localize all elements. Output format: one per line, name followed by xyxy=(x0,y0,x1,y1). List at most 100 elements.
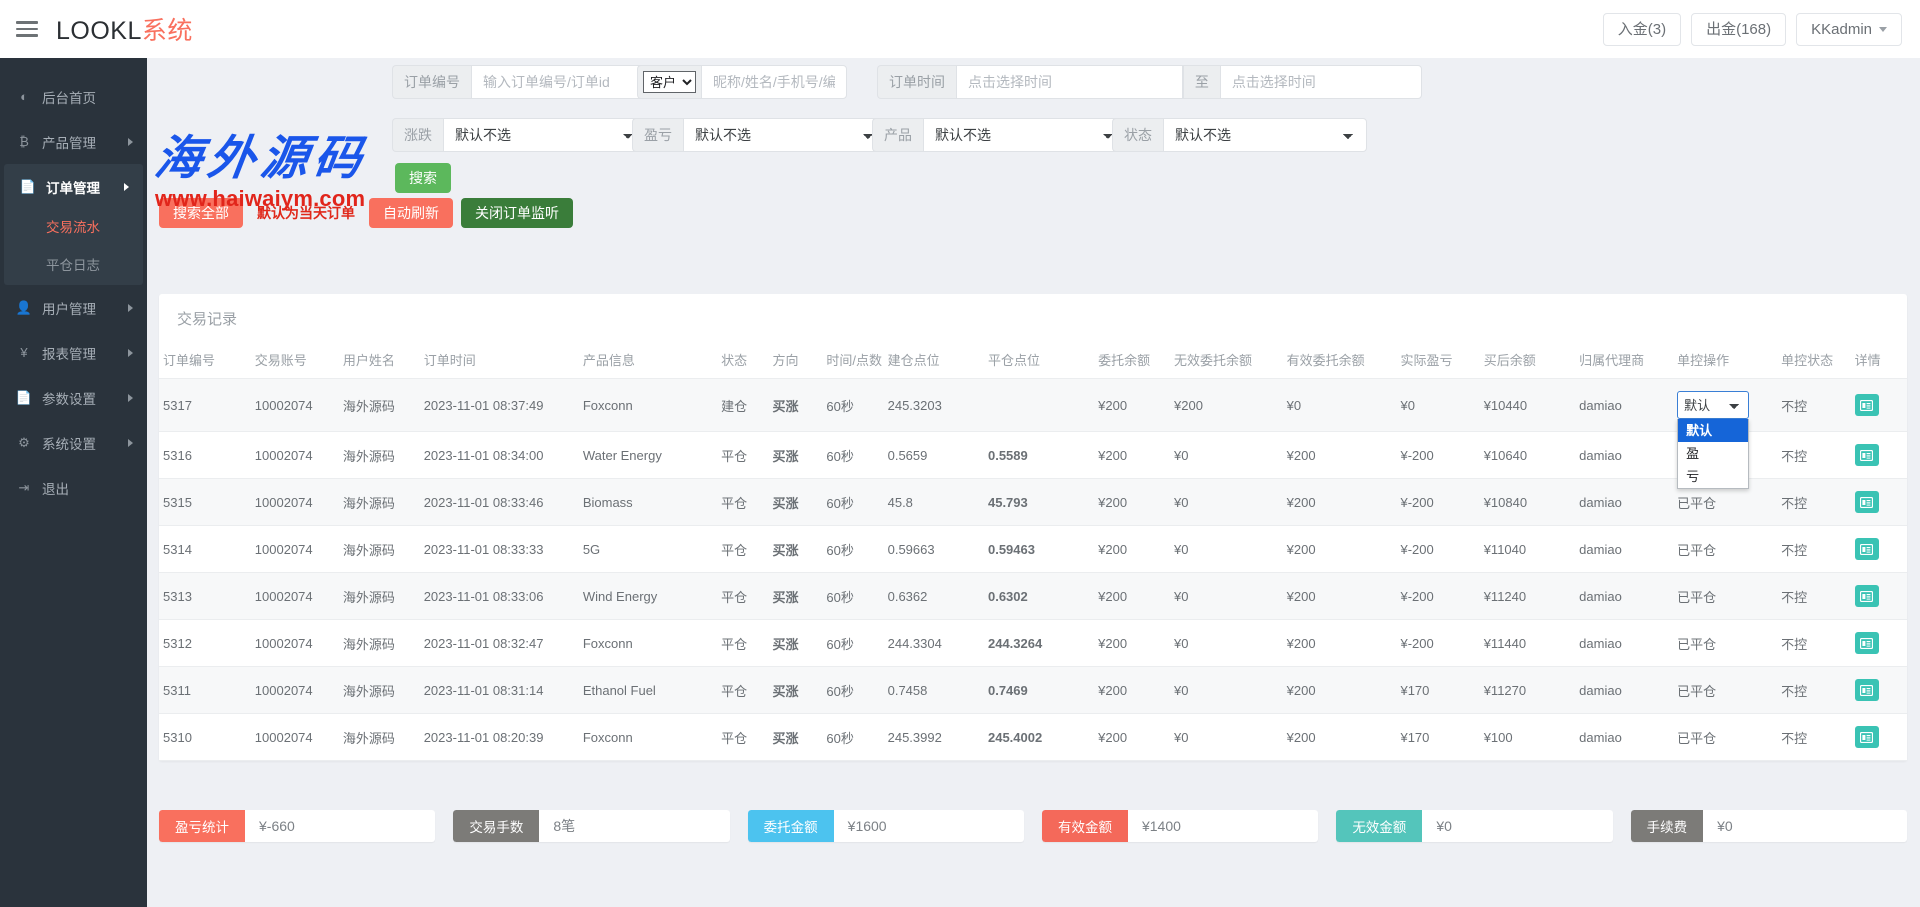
product-select[interactable]: 默认不选 xyxy=(923,118,1127,152)
th-after-balance: 买后余额 xyxy=(1480,341,1575,379)
sidebar-item-label: 产品管理 xyxy=(42,132,124,152)
cell-invalid-entrust: ¥200 xyxy=(1170,379,1283,432)
sidebar-item-system[interactable]: ⚙ 系统设置 xyxy=(0,420,147,465)
cell-direction: 买涨 xyxy=(769,620,823,667)
status-select[interactable]: 默认不选 xyxy=(1163,118,1367,152)
gears-icon: ⚙ xyxy=(14,435,34,451)
control-op-select[interactable]: 默认 xyxy=(1677,391,1749,419)
cell-detail xyxy=(1851,526,1907,573)
cell-invalid-entrust: ¥0 xyxy=(1170,479,1283,526)
table-row: 531110002074海外源码2023-11-01 08:31:14Ethan… xyxy=(159,667,1907,714)
cell-invalid-entrust: ¥0 xyxy=(1170,573,1283,620)
detail-icon[interactable] xyxy=(1855,538,1879,560)
cell-close-point: 0.59463 xyxy=(984,526,1094,573)
user-menu-button[interactable]: KKadmin xyxy=(1796,13,1902,46)
sidebar-subitem-closelog[interactable]: 平仓日志 xyxy=(4,247,143,285)
detail-icon[interactable] xyxy=(1855,585,1879,607)
cell-account: 10002074 xyxy=(251,379,339,432)
sidebar-item-report[interactable]: ¥ 报表管理 xyxy=(0,330,147,375)
cell-open-point: 244.3304 xyxy=(884,620,984,667)
cell-close-point: 244.3264 xyxy=(984,620,1094,667)
summary-item-value: ¥0 xyxy=(1422,810,1612,842)
table-row: 531310002074海外源码2023-11-01 08:33:06Wind … xyxy=(159,573,1907,620)
sidebar-item-order[interactable]: 📄 订单管理 xyxy=(4,164,143,209)
detail-icon[interactable] xyxy=(1855,444,1879,466)
cell-valid-entrust: ¥200 xyxy=(1283,573,1397,620)
cell-close-point: 0.6302 xyxy=(984,573,1094,620)
cell-actual-pl: ¥170 xyxy=(1396,714,1479,761)
cell-entrust: ¥200 xyxy=(1094,479,1170,526)
updown-select[interactable]: 默认不选 xyxy=(443,118,647,152)
search-button[interactable]: 搜索 xyxy=(395,163,451,193)
search-all-button[interactable]: 搜索全部 xyxy=(159,198,243,228)
customer-type-select[interactable]: 客户 xyxy=(643,71,696,93)
th-status: 状态 xyxy=(717,341,768,379)
customer-search-input[interactable] xyxy=(701,65,847,99)
deposit-button[interactable]: 入金(3) xyxy=(1603,13,1681,46)
cell-account: 10002074 xyxy=(251,667,339,714)
sidebar-subitem-transactions[interactable]: 交易流水 xyxy=(4,209,143,247)
cell-actual-pl: ¥-200 xyxy=(1396,526,1479,573)
summary-item-label: 手续费 xyxy=(1631,810,1704,842)
th-detail: 详情 xyxy=(1851,341,1907,379)
sidebar-item-product[interactable]: ₿ 产品管理 xyxy=(0,119,147,164)
cell-detail xyxy=(1851,479,1907,526)
today-default-note[interactable]: 默认为当天订单 xyxy=(251,198,361,228)
cell-detail xyxy=(1851,573,1907,620)
cell-status: 平仓 xyxy=(717,667,768,714)
withdraw-button[interactable]: 出金(168) xyxy=(1691,13,1786,46)
cell-direction: 买涨 xyxy=(769,479,823,526)
auto-refresh-button[interactable]: 自动刷新 xyxy=(369,198,453,228)
summary-bar: 盈亏统计¥-660交易手数8笔委托金额¥1600有效金额¥1400无效金额¥0手… xyxy=(159,810,1907,842)
cell-order-no: 5310 xyxy=(159,714,251,761)
close-order-listen-button[interactable]: 关闭订单监听 xyxy=(461,198,573,228)
sidebar-item-logout[interactable]: ⇥ 退出 xyxy=(0,465,147,510)
detail-icon[interactable] xyxy=(1855,394,1879,416)
cell-status: 平仓 xyxy=(717,714,768,761)
brand-cn: 系统 xyxy=(142,17,193,45)
summary-item-label: 有效金额 xyxy=(1042,810,1128,842)
cell-control-op[interactable]: 默认默认盈亏 xyxy=(1673,379,1777,432)
sidebar-item-dashboard[interactable]: ◐ 后台首页 xyxy=(0,74,147,119)
cell-user-name: 海外源码 xyxy=(339,432,420,479)
hamburger-icon[interactable] xyxy=(16,21,38,37)
th-product: 产品信息 xyxy=(579,341,717,379)
cell-control-op: 已平仓 xyxy=(1673,667,1777,714)
control-op-option[interactable]: 亏 xyxy=(1678,465,1748,488)
detail-icon[interactable] xyxy=(1855,726,1879,748)
profitloss-label: 盈亏 xyxy=(632,118,683,152)
profitloss-select[interactable]: 默认不选 xyxy=(683,118,887,152)
cell-direction: 买涨 xyxy=(769,714,823,761)
cell-order-no: 5311 xyxy=(159,667,251,714)
cell-account: 10002074 xyxy=(251,573,339,620)
cell-detail xyxy=(1851,667,1907,714)
cell-after-balance: ¥10640 xyxy=(1480,432,1575,479)
summary-item: 交易手数8笔 xyxy=(453,810,729,842)
customer-field: 客户 xyxy=(637,65,847,99)
sidebar-item-user[interactable]: 👤 用户管理 xyxy=(0,285,147,330)
cell-status: 平仓 xyxy=(717,573,768,620)
cell-product: 5G xyxy=(579,526,717,573)
sidebar-item-label: 报表管理 xyxy=(42,343,124,363)
control-op-dropdown[interactable]: 默认盈亏 xyxy=(1677,419,1749,489)
th-direction: 方向 xyxy=(769,341,823,379)
order-no-input[interactable] xyxy=(471,65,647,99)
detail-icon[interactable] xyxy=(1855,632,1879,654)
cell-product: Foxconn xyxy=(579,379,717,432)
control-op-option[interactable]: 默认 xyxy=(1678,419,1748,442)
sidebar-item-params[interactable]: 📄 参数设置 xyxy=(0,375,147,420)
detail-icon[interactable] xyxy=(1855,679,1879,701)
order-time-end-input[interactable] xyxy=(1220,65,1422,99)
control-op-option[interactable]: 盈 xyxy=(1678,442,1748,465)
cell-detail xyxy=(1851,379,1907,432)
order-time-start-input[interactable] xyxy=(956,65,1183,99)
cell-order-time: 2023-11-01 08:34:00 xyxy=(420,432,579,479)
detail-icon[interactable] xyxy=(1855,491,1879,513)
cell-order-time: 2023-11-01 08:33:46 xyxy=(420,479,579,526)
table-row: 531410002074海外源码2023-11-01 08:33:335G平仓买… xyxy=(159,526,1907,573)
th-order-time: 订单时间 xyxy=(420,341,579,379)
summary-item: 手续费¥0 xyxy=(1631,810,1907,842)
cell-direction: 买涨 xyxy=(769,432,823,479)
cell-valid-entrust: ¥200 xyxy=(1283,479,1397,526)
table-row: 531710002074海外源码2023-11-01 08:37:49Foxco… xyxy=(159,379,1907,432)
